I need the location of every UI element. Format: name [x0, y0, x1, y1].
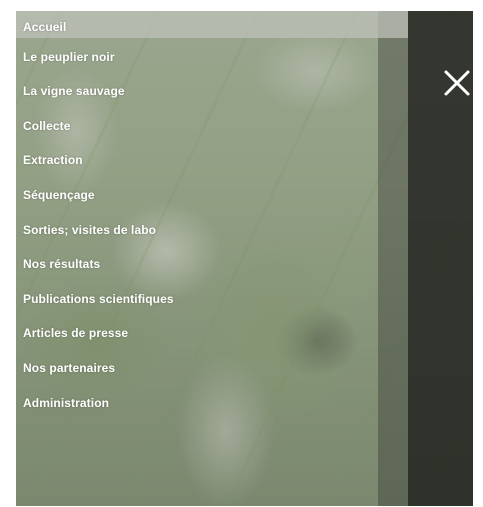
- menu-viewport: Accueil Le peuplier noir La vigne sauvag…: [16, 11, 473, 506]
- menu-item-sequencage[interactable]: Séquençage: [16, 184, 408, 219]
- main-menu: Accueil Le peuplier noir La vigne sauvag…: [16, 11, 408, 427]
- menu-item-articles-presse[interactable]: Articles de presse: [16, 322, 408, 357]
- close-menu-button[interactable]: [442, 68, 472, 98]
- menu-item-administration[interactable]: Administration: [16, 392, 408, 427]
- close-icon: [444, 70, 470, 96]
- menu-item-peuplier-noir[interactable]: Le peuplier noir: [16, 46, 408, 81]
- menu-item-partenaires[interactable]: Nos partenaires: [16, 357, 408, 392]
- menu-item-resultats[interactable]: Nos résultats: [16, 253, 408, 288]
- menu-item-accueil[interactable]: Accueil: [16, 11, 408, 38]
- menu-item-extraction[interactable]: Extraction: [16, 149, 408, 184]
- menu-item-collecte[interactable]: Collecte: [16, 115, 408, 150]
- menu-item-sorties[interactable]: Sorties; visites de labo: [16, 219, 408, 254]
- menu-item-vigne-sauvage[interactable]: La vigne sauvage: [16, 80, 408, 115]
- menu-item-publications[interactable]: Publications scientifiques: [16, 288, 408, 323]
